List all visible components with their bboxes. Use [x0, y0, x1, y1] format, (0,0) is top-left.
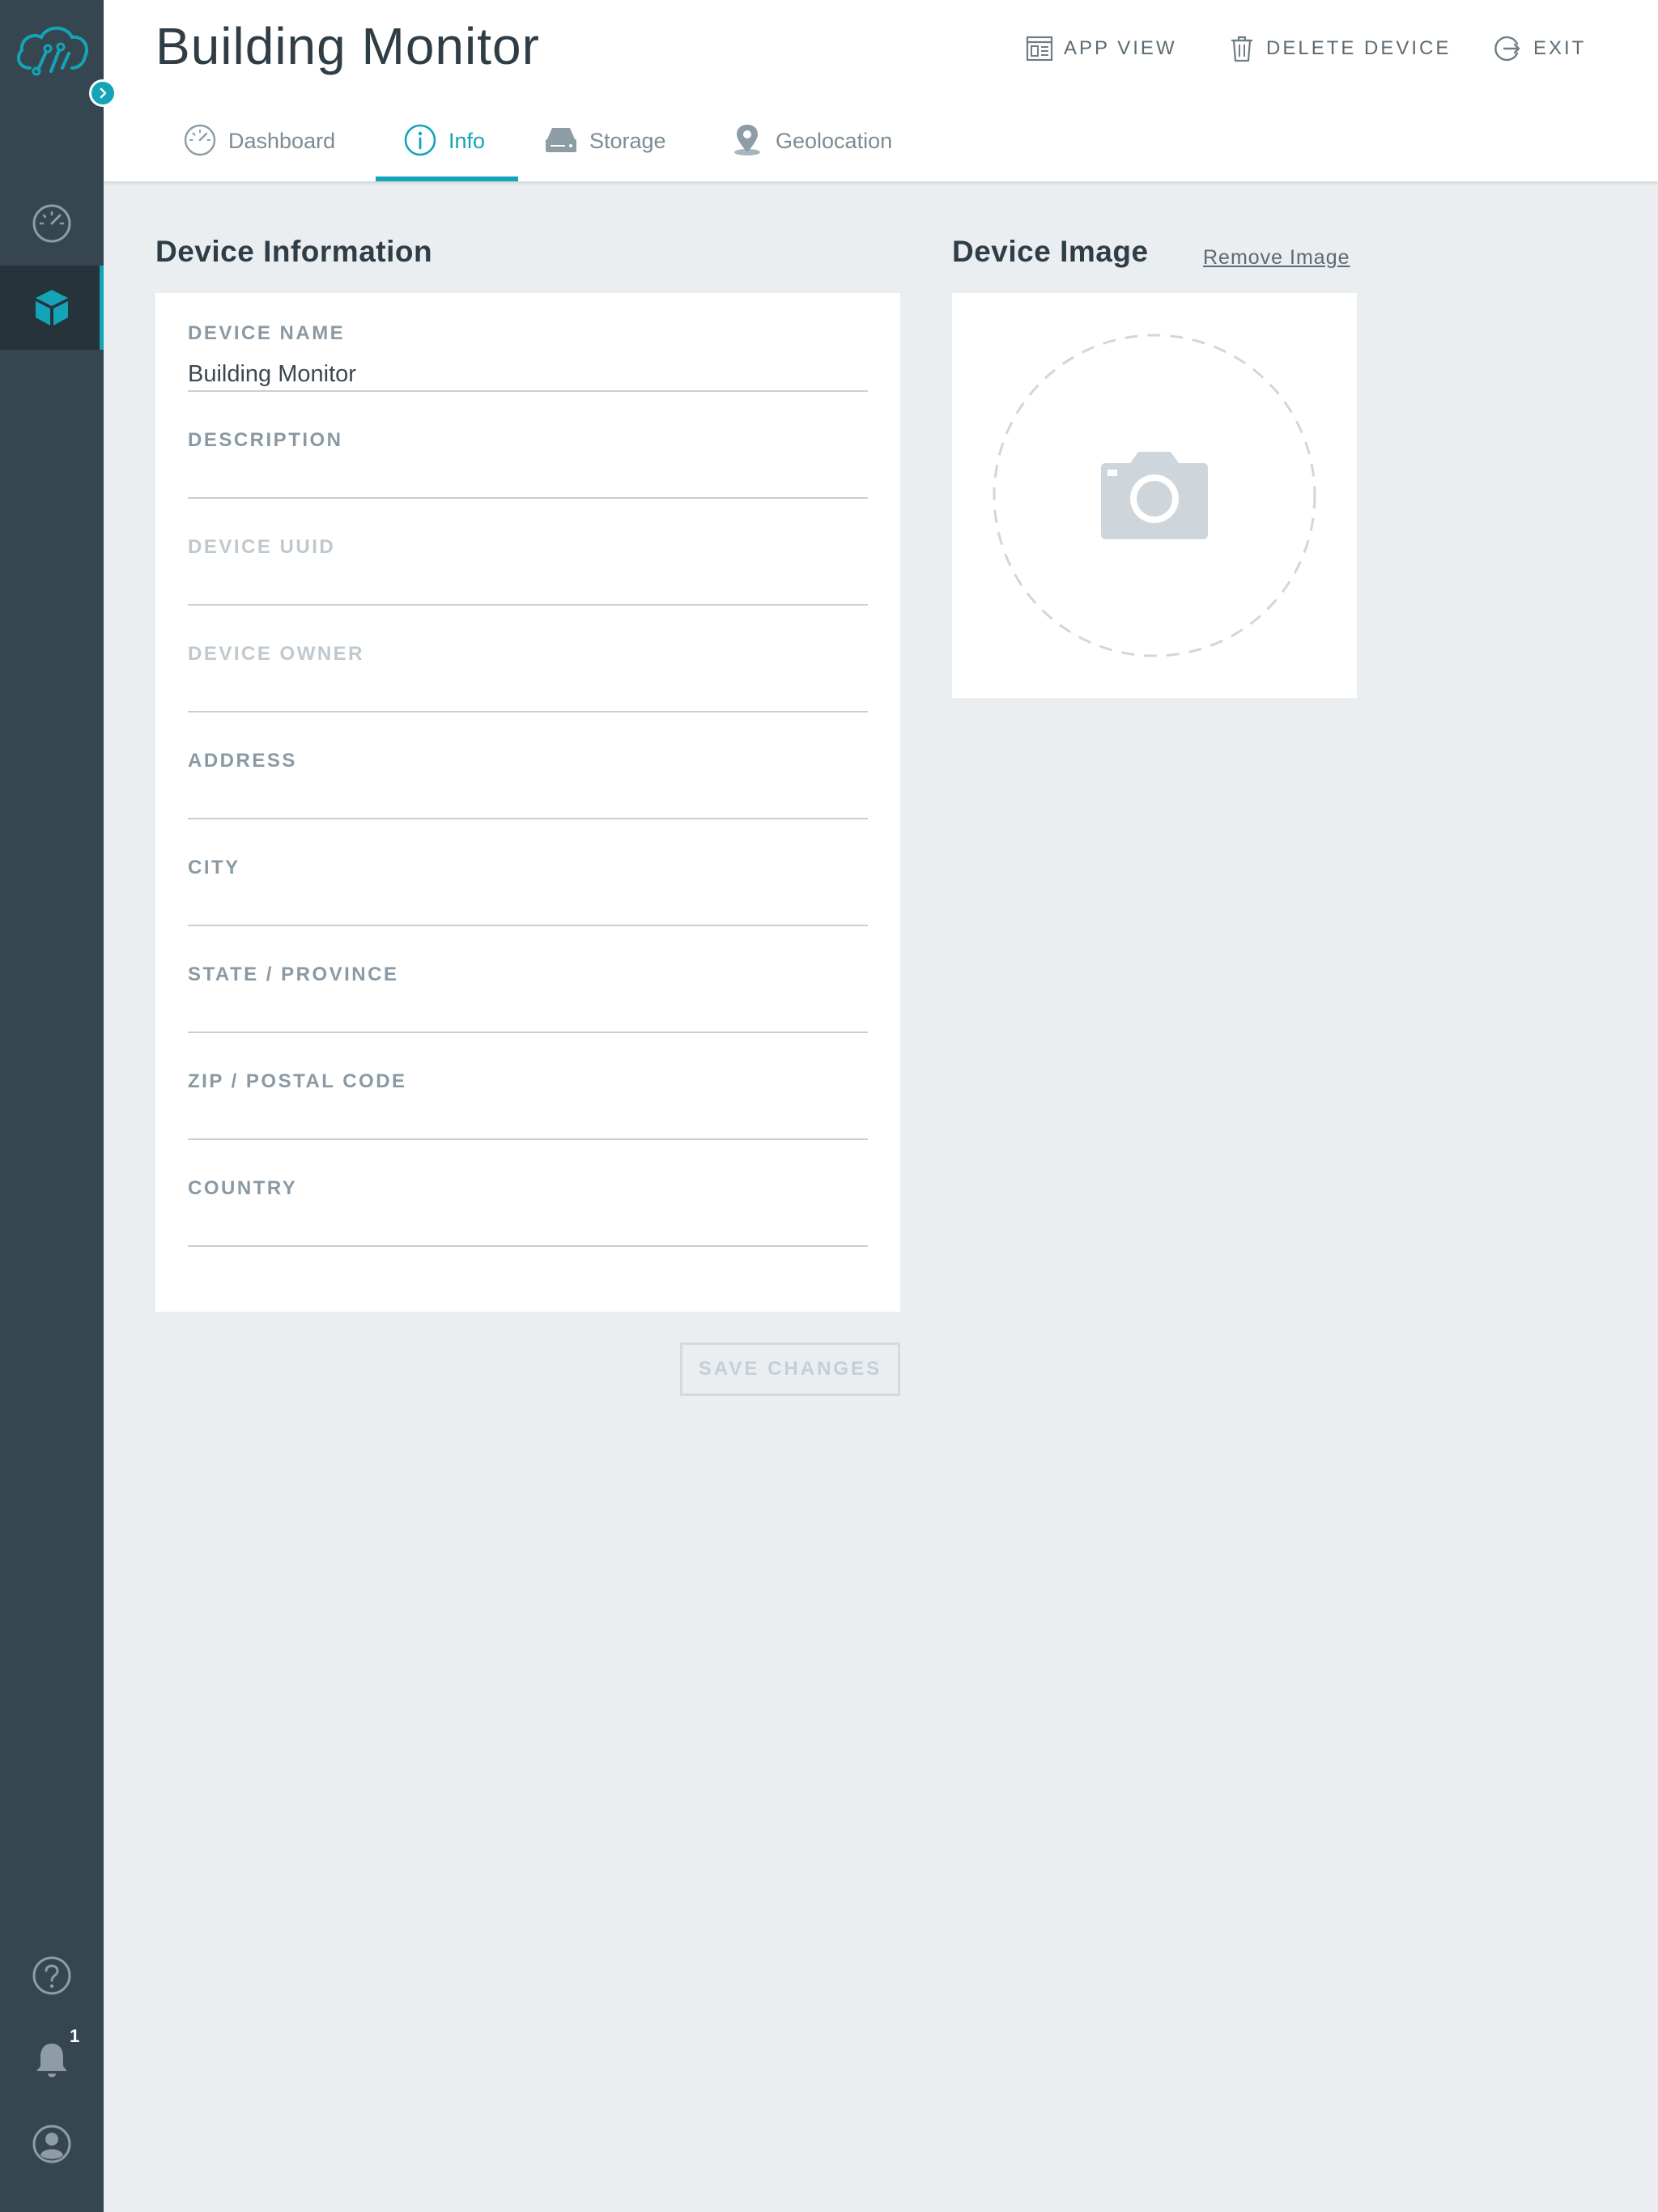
exit-icon	[1494, 36, 1520, 62]
device-name-label: DEVICE NAME	[188, 322, 346, 344]
device-owner-input	[188, 678, 868, 713]
notification-count-badge: 1	[70, 2026, 80, 2046]
address-input[interactable]	[188, 785, 868, 819]
tab-dashboard[interactable]: Dashboard	[183, 120, 335, 181]
tab-geolocation-label: Geolocation	[776, 129, 893, 153]
device-image-title: Device Image	[952, 235, 1149, 268]
state-province-label: STATE / PROVINCE	[188, 963, 399, 985]
zip-postal-code-label: ZIP / POSTAL CODE	[188, 1070, 407, 1092]
remove-image-link[interactable]: Remove Image	[1203, 246, 1350, 270]
device-name-input[interactable]	[188, 358, 868, 392]
description-input[interactable]	[188, 465, 868, 499]
zip-postal-code-input[interactable]	[188, 1106, 868, 1140]
info-icon	[404, 124, 436, 156]
help-icon	[32, 1956, 71, 1995]
tab-geolocation[interactable]: Geolocation	[730, 120, 892, 181]
save-changes-button[interactable]: SAVE CHANGES	[680, 1342, 900, 1396]
sidebar-expand-button[interactable]	[89, 79, 117, 107]
device-name-field: DEVICE NAME	[188, 293, 868, 400]
tab-storage-label: Storage	[589, 129, 666, 153]
description-label: DESCRIPTION	[188, 429, 343, 451]
address-field: ADDRESS	[188, 721, 868, 827]
address-label: ADDRESS	[188, 750, 297, 772]
description-field: DESCRIPTION	[188, 400, 868, 507]
cube-icon	[36, 290, 68, 325]
gauge-icon	[184, 124, 216, 156]
cloud-logo-icon[interactable]	[14, 21, 90, 78]
delete-device-label: DELETE DEVICE	[1266, 37, 1452, 59]
sidebar-item-dashboard[interactable]	[0, 181, 104, 266]
city-input[interactable]	[188, 892, 868, 926]
camera-icon	[1101, 452, 1208, 539]
device-uuid-label: DEVICE UUID	[188, 536, 336, 558]
city-field: CITY	[188, 827, 868, 934]
city-label: CITY	[188, 857, 240, 878]
exit-button[interactable]: EXIT	[1494, 32, 1586, 65]
country-field: COUNTRY	[188, 1148, 868, 1255]
delete-device-button[interactable]: DELETE DEVICE	[1227, 32, 1451, 65]
device-information-card: DEVICE NAME DESCRIPTION DEVICE UUID DEVI…	[155, 293, 900, 1312]
device-information-title: Device Information	[155, 235, 433, 268]
tab-info[interactable]: Info	[376, 120, 518, 181]
tab-storage[interactable]: Storage	[544, 120, 666, 181]
sidebar-item-notifications[interactable]	[0, 2018, 104, 2102]
device-uuid-input	[188, 572, 868, 606]
tab-dashboard-label: Dashboard	[228, 129, 336, 153]
device-image-card	[952, 293, 1357, 698]
exit-label: EXIT	[1533, 37, 1587, 59]
sidebar: 1	[0, 0, 117, 2212]
device-owner-field: DEVICE OWNER	[188, 614, 868, 721]
trash-icon	[1231, 36, 1252, 62]
country-input[interactable]	[188, 1213, 868, 1247]
gauge-icon	[32, 204, 71, 243]
country-label: COUNTRY	[188, 1177, 298, 1199]
map-pin-icon	[734, 125, 760, 155]
sidebar-item-devices[interactable]	[0, 266, 104, 350]
image-dropzone[interactable]	[991, 332, 1318, 659]
state-province-field: STATE / PROVINCE	[188, 934, 868, 1041]
app-view-button[interactable]: APP VIEW	[1025, 32, 1177, 65]
device-uuid-field: DEVICE UUID	[188, 507, 868, 614]
bell-icon	[36, 2044, 67, 2078]
device-owner-label: DEVICE OWNER	[188, 643, 365, 665]
tab-info-label: Info	[449, 129, 486, 153]
storage-icon	[546, 128, 576, 152]
app-view-label: APP VIEW	[1064, 37, 1177, 59]
sidebar-item-help[interactable]	[0, 1933, 104, 2018]
user-icon	[32, 2125, 71, 2163]
sidebar-item-profile[interactable]	[0, 2102, 104, 2186]
page-title: Building Monitor	[155, 17, 540, 75]
app-view-icon	[1026, 36, 1053, 62]
zip-postal-code-field: ZIP / POSTAL CODE	[188, 1041, 868, 1148]
state-province-input[interactable]	[188, 999, 868, 1033]
header: Building Monitor APP VIEW DELETE DEVICE …	[104, 0, 1658, 181]
